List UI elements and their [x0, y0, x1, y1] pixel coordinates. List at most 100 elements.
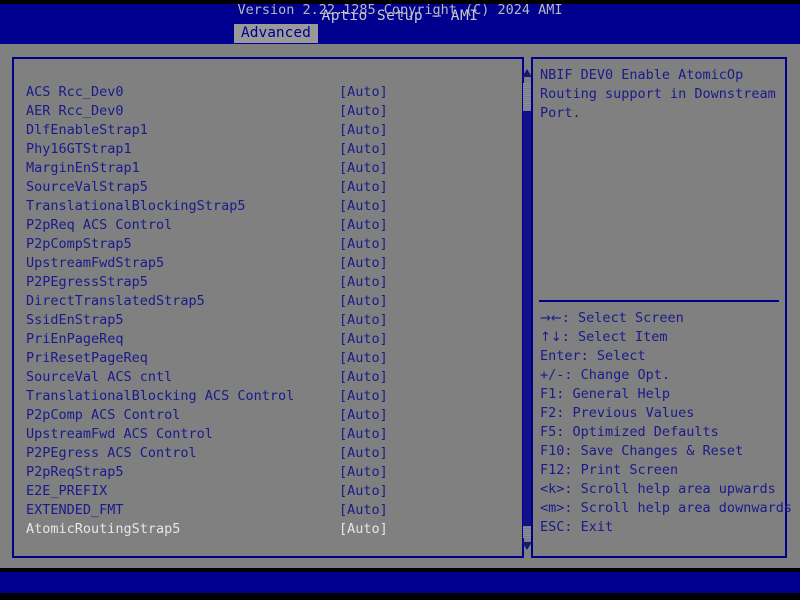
- option-row[interactable]: E2E_PREFIX [Auto]: [26, 482, 506, 501]
- version-text: Version 2.22.1285 Copyright (C) 2024 AMI: [237, 2, 563, 18]
- option-value[interactable]: [Auto]: [339, 83, 388, 102]
- key-legend-row: F1: General Help: [540, 385, 784, 404]
- option-label: MarginEnStrap1: [26, 160, 140, 176]
- option-value[interactable]: [Auto]: [339, 368, 388, 387]
- footer-bar: [0, 572, 800, 593]
- option-label: UpstreamFwd ACS Control: [26, 426, 213, 442]
- key-legend-row: F5: Optimized Defaults: [540, 423, 784, 442]
- option-label: P2PEgressStrap5: [26, 274, 148, 290]
- option-row[interactable]: DirectTranslatedStrap5 [Auto]: [26, 292, 506, 311]
- key-legend-text: F1: General Help: [540, 386, 671, 402]
- option-value[interactable]: [Auto]: [339, 292, 388, 311]
- option-label: UpstreamFwdStrap5: [26, 255, 165, 271]
- key-legend-text: F5: Optimized Defaults: [540, 424, 719, 440]
- option-row[interactable]: TranslationalBlockingStrap5 [Auto]: [26, 197, 506, 216]
- option-value[interactable]: [Auto]: [339, 387, 388, 406]
- option-value[interactable]: [Auto]: [339, 159, 388, 178]
- key-legend-text: +/-: Change Opt.: [540, 367, 671, 383]
- options-list: ACS Rcc_Dev0 [Auto] AER Rcc_Dev0 [Auto] DlfE…: [26, 83, 506, 539]
- option-value[interactable]: [Auto]: [339, 273, 388, 292]
- option-value[interactable]: [Auto]: [339, 482, 388, 501]
- key-legend-row: <k>: Scroll help area upwards: [540, 480, 784, 499]
- option-value[interactable]: [Auto]: [339, 197, 388, 216]
- option-label: P2pReqStrap5: [26, 464, 124, 480]
- option-row[interactable]: SourceVal ACS cntl [Auto]: [26, 368, 506, 387]
- option-label: ACS Rcc_Dev0: [26, 84, 124, 100]
- option-label: E2E_PREFIX: [26, 483, 108, 499]
- option-value[interactable]: [Auto]: [339, 425, 388, 444]
- option-row[interactable]: AER Rcc_Dev0 [Auto]: [26, 102, 506, 121]
- key-glyph-icon: →←: [540, 311, 562, 326]
- key-legend-row: →←: Select Screen: [540, 309, 784, 328]
- option-value[interactable]: [Auto]: [339, 216, 388, 235]
- option-row[interactable]: AtomicRoutingStrap5 [Auto]: [26, 520, 506, 539]
- option-label: P2PEgress ACS Control: [26, 445, 197, 461]
- option-value[interactable]: [Auto]: [339, 102, 388, 121]
- option-label: AtomicRoutingStrap5: [26, 521, 181, 537]
- option-label: P2pComp ACS Control: [26, 407, 181, 423]
- option-row[interactable]: SsidEnStrap5 [Auto]: [26, 311, 506, 330]
- option-row[interactable]: PriResetPageReq [Auto]: [26, 349, 506, 368]
- option-label: DirectTranslatedStrap5: [26, 293, 205, 309]
- key-legend-text: F12: Print Screen: [540, 462, 679, 478]
- option-label: DlfEnableStrap1: [26, 122, 148, 138]
- key-glyph-icon: ↑↓: [540, 330, 562, 345]
- option-value[interactable]: [Auto]: [339, 311, 388, 330]
- option-label: Phy16GTStrap1: [26, 141, 132, 157]
- bios-setup-screen: Aptio Setup – AMI Advanced ACS Rcc_Dev0[…: [0, 0, 800, 600]
- key-legend-text: Enter: Select: [540, 348, 646, 364]
- option-row[interactable]: PriEnPageReq [Auto]: [26, 330, 506, 349]
- option-value[interactable]: [Auto]: [339, 349, 388, 368]
- key-legend-text: <k>: Scroll help area upwards: [540, 481, 776, 497]
- key-legend-row: +/-: Change Opt.: [540, 366, 784, 385]
- option-label: TranslationalBlockingStrap5: [26, 198, 246, 214]
- option-label: TranslationalBlocking ACS Control: [26, 388, 295, 404]
- key-legend-row: F2: Previous Values: [540, 404, 784, 423]
- key-legend-text: F2: Previous Values: [540, 405, 695, 421]
- help-panel: NBIF DEV0 Enable AtomicOp Routing suppor…: [531, 57, 792, 558]
- option-row[interactable]: P2pComp ACS Control [Auto]: [26, 406, 506, 425]
- key-legend-row: ↑↓: Select Item: [540, 328, 784, 347]
- key-legend-text: : Select Screen: [561, 310, 684, 326]
- option-row[interactable]: MarginEnStrap1 [Auto]: [26, 159, 506, 178]
- option-value[interactable]: [Auto]: [339, 254, 388, 273]
- key-legend: →←: Select Screen ↑↓: Select Item Enter: S…: [540, 309, 792, 537]
- option-value[interactable]: [Auto]: [339, 501, 388, 520]
- option-row[interactable]: ACS Rcc_Dev0 [Auto]: [26, 83, 506, 102]
- option-row[interactable]: P2pReq ACS Control [Auto]: [26, 216, 506, 235]
- option-row[interactable]: P2pReqStrap5 [Auto]: [26, 463, 506, 482]
- option-value[interactable]: [Auto]: [339, 178, 388, 197]
- key-legend-row: ESC: Exit: [540, 518, 784, 537]
- option-row[interactable]: UpstreamFwd ACS Control [Auto]: [26, 425, 506, 444]
- option-label: SourceValStrap5: [26, 179, 148, 195]
- option-label: PriEnPageReq: [26, 331, 124, 347]
- help-description: NBIF DEV0 Enable AtomicOp Routing suppor…: [540, 67, 776, 121]
- key-legend-row: Enter: Select: [540, 347, 784, 366]
- scrollbar-thumb[interactable]: [523, 111, 531, 526]
- option-row[interactable]: Phy16GTStrap1 [Auto]: [26, 140, 506, 159]
- option-row[interactable]: EXTENDED_FMT [Auto]: [26, 501, 506, 520]
- option-value[interactable]: [Auto]: [339, 444, 388, 463]
- option-row[interactable]: P2PEgress ACS Control [Auto]: [26, 444, 506, 463]
- option-value[interactable]: [Auto]: [339, 463, 388, 482]
- option-row[interactable]: UpstreamFwdStrap5 [Auto]: [26, 254, 506, 273]
- key-legend-row: F10: Save Changes & Reset: [540, 442, 784, 461]
- option-value[interactable]: [Auto]: [339, 235, 388, 254]
- option-row[interactable]: DlfEnableStrap1 [Auto]: [26, 121, 506, 140]
- option-label: EXTENDED_FMT: [26, 502, 124, 518]
- option-value[interactable]: [Auto]: [339, 140, 388, 159]
- key-legend-row: <m>: Scroll help area downwards: [540, 499, 792, 518]
- option-row[interactable]: TranslationalBlocking ACS Control [Auto]: [26, 387, 506, 406]
- key-legend-text: F10: Save Changes & Reset: [540, 443, 744, 459]
- key-legend-text: ESC: Exit: [540, 519, 614, 535]
- option-value[interactable]: [Auto]: [339, 406, 388, 425]
- option-value[interactable]: [Auto]: [339, 520, 388, 539]
- option-label: P2pReq ACS Control: [26, 217, 173, 233]
- option-row[interactable]: SourceValStrap5 [Auto]: [26, 178, 506, 197]
- option-row[interactable]: P2pCompStrap5 [Auto]: [26, 235, 506, 254]
- option-label: SourceVal ACS cntl: [26, 369, 173, 385]
- option-value[interactable]: [Auto]: [339, 121, 388, 140]
- option-value[interactable]: [Auto]: [339, 330, 388, 349]
- tab-advanced[interactable]: Advanced: [234, 24, 318, 43]
- option-row[interactable]: P2PEgressStrap5 [Auto]: [26, 273, 506, 292]
